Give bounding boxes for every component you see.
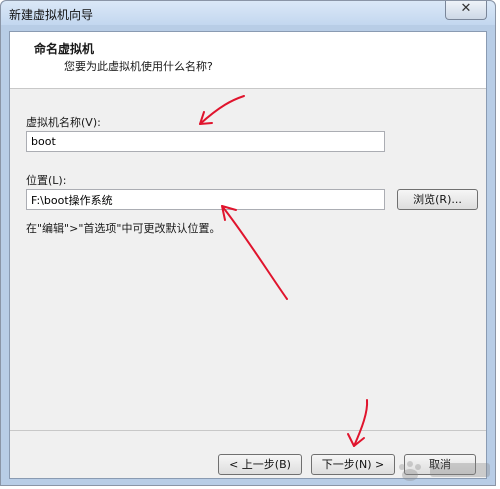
window-title: 新建虚拟机向导 <box>9 8 94 22</box>
browse-button[interactable]: 浏览(R)... <box>397 189 478 210</box>
wizard-window: 新建虚拟机向导 ✕ 命名虚拟机 您要为此虚拟机使用什么名称? 虚拟机名称(V):… <box>0 0 496 486</box>
location-hint: 在"编辑">"首选项"中可更改默认位置。 <box>26 222 221 235</box>
vm-name-label: 虚拟机名称(V): <box>26 116 101 129</box>
vm-name-input[interactable] <box>26 131 385 152</box>
back-button[interactable]: < 上一步(B) <box>218 454 302 475</box>
close-button[interactable]: ✕ <box>445 1 487 20</box>
close-icon: ✕ <box>460 1 472 16</box>
page-title: 命名虚拟机 <box>34 42 95 56</box>
cancel-button[interactable]: 取消 <box>404 454 476 475</box>
title-bar: 新建虚拟机向导 ✕ <box>1 1 495 25</box>
footer-divider <box>10 430 486 431</box>
location-input[interactable] <box>26 189 385 210</box>
page-subtitle: 您要为此虚拟机使用什么名称? <box>64 60 213 73</box>
dialog-content: 命名虚拟机 您要为此虚拟机使用什么名称? 虚拟机名称(V): 位置(L): 浏览… <box>9 31 487 479</box>
next-button[interactable]: 下一步(N) > <box>311 454 395 475</box>
wizard-header: 命名虚拟机 您要为此虚拟机使用什么名称? <box>10 32 486 89</box>
location-label: 位置(L): <box>26 174 67 187</box>
